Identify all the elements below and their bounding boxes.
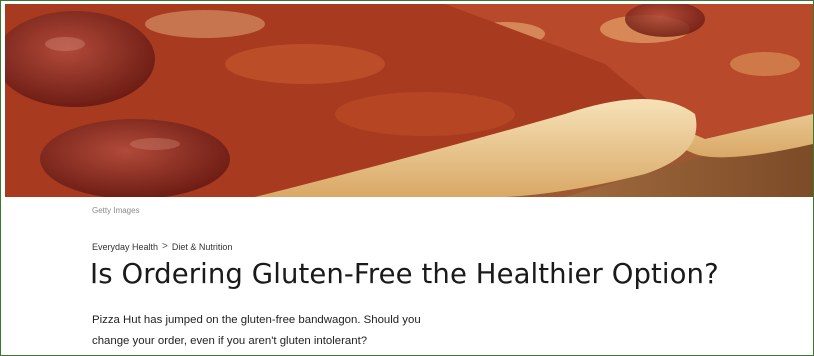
article-frame: Getty Images Everyday Health > Diet & Nu… [0,0,814,356]
hero-image [5,4,813,197]
breadcrumb: Everyday Health > Diet & Nutrition [92,241,232,252]
article-dek: Pizza Hut has jumped on the gluten-free … [92,310,572,352]
image-credit: Getty Images [92,206,140,215]
article-title: Is Ordering Gluten-Free the Healthier Op… [90,258,719,290]
breadcrumb-link-everyday-health[interactable]: Everyday Health [92,242,158,252]
article-dek-line-1: Pizza Hut has jumped on the gluten-free … [92,314,421,326]
pizza-photo [5,4,813,197]
breadcrumb-link-diet-nutrition[interactable]: Diet & Nutrition [172,242,233,252]
chevron-right-icon: > [162,241,168,252]
article-dek-line-2: change your order, even if you aren't gl… [92,335,368,347]
